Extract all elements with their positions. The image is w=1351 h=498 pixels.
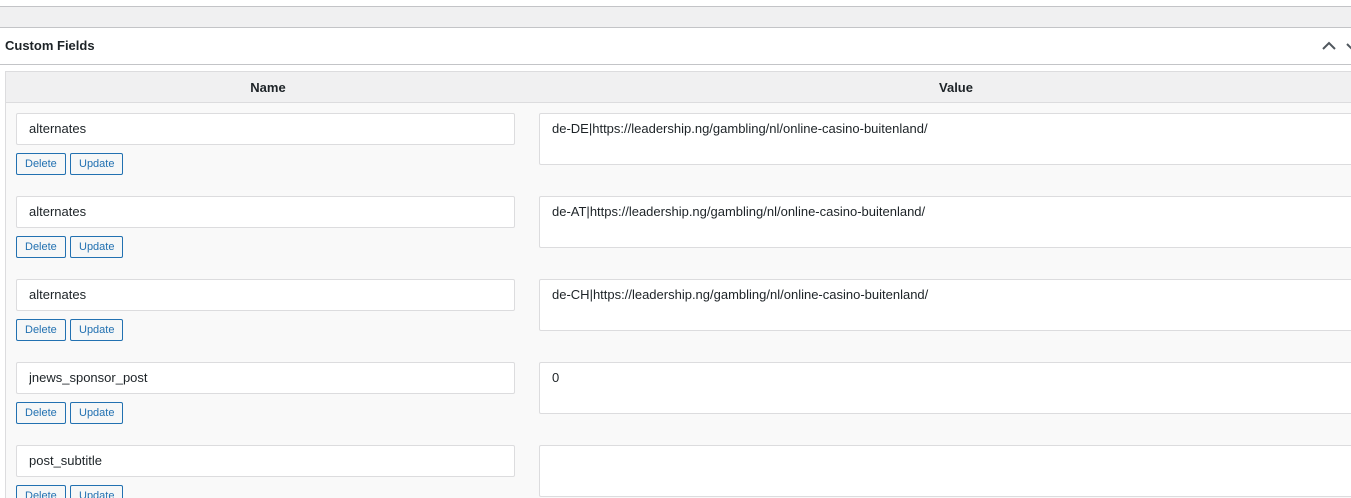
custom-fields-metabox: Custom Fields Name Value Delete Update d… — [0, 27, 1351, 498]
delete-button[interactable]: Delete — [16, 402, 66, 424]
table-row: Delete Update de-AT|https://leadership.n… — [6, 186, 1351, 269]
top-strip — [0, 0, 1351, 7]
update-button[interactable]: Update — [70, 402, 124, 424]
meta-key-input[interactable] — [16, 279, 515, 311]
table-row: Delete Update — [6, 435, 1351, 498]
column-header-name: Name — [250, 80, 286, 95]
chevron-down-icon[interactable] — [1344, 37, 1351, 55]
meta-value-textarea[interactable]: de-CH|https://leadership.ng/gambling/nl/… — [539, 279, 1351, 331]
metabox-header: Custom Fields — [0, 28, 1351, 65]
update-button[interactable]: Update — [70, 236, 124, 258]
custom-fields-table: Name Value Delete Update de-DE|https://l… — [5, 71, 1351, 498]
column-header-value: Value — [939, 80, 973, 95]
meta-key-input[interactable] — [16, 113, 515, 145]
metabox-title: Custom Fields — [5, 38, 95, 53]
table-row: Delete Update de-DE|https://leadership.n… — [6, 103, 1351, 186]
meta-value-textarea[interactable] — [539, 445, 1351, 497]
meta-key-input[interactable] — [16, 445, 515, 477]
table-row: Delete Update 0 — [6, 352, 1351, 435]
meta-value-textarea[interactable]: de-DE|https://leadership.ng/gambling/nl/… — [539, 113, 1351, 165]
delete-button[interactable]: Delete — [16, 236, 66, 258]
update-button[interactable]: Update — [70, 319, 124, 341]
delete-button[interactable]: Delete — [16, 319, 66, 341]
table-row: Delete Update de-CH|https://leadership.n… — [6, 269, 1351, 352]
meta-key-input[interactable] — [16, 196, 515, 228]
meta-key-input[interactable] — [16, 362, 515, 394]
chevron-up-icon[interactable] — [1320, 37, 1338, 55]
update-button[interactable]: Update — [70, 485, 124, 498]
delete-button[interactable]: Delete — [16, 153, 66, 175]
delete-button[interactable]: Delete — [16, 485, 66, 498]
meta-value-textarea[interactable]: de-AT|https://leadership.ng/gambling/nl/… — [539, 196, 1351, 248]
table-header: Name Value — [6, 72, 1351, 103]
update-button[interactable]: Update — [70, 153, 124, 175]
meta-value-textarea[interactable]: 0 — [539, 362, 1351, 414]
